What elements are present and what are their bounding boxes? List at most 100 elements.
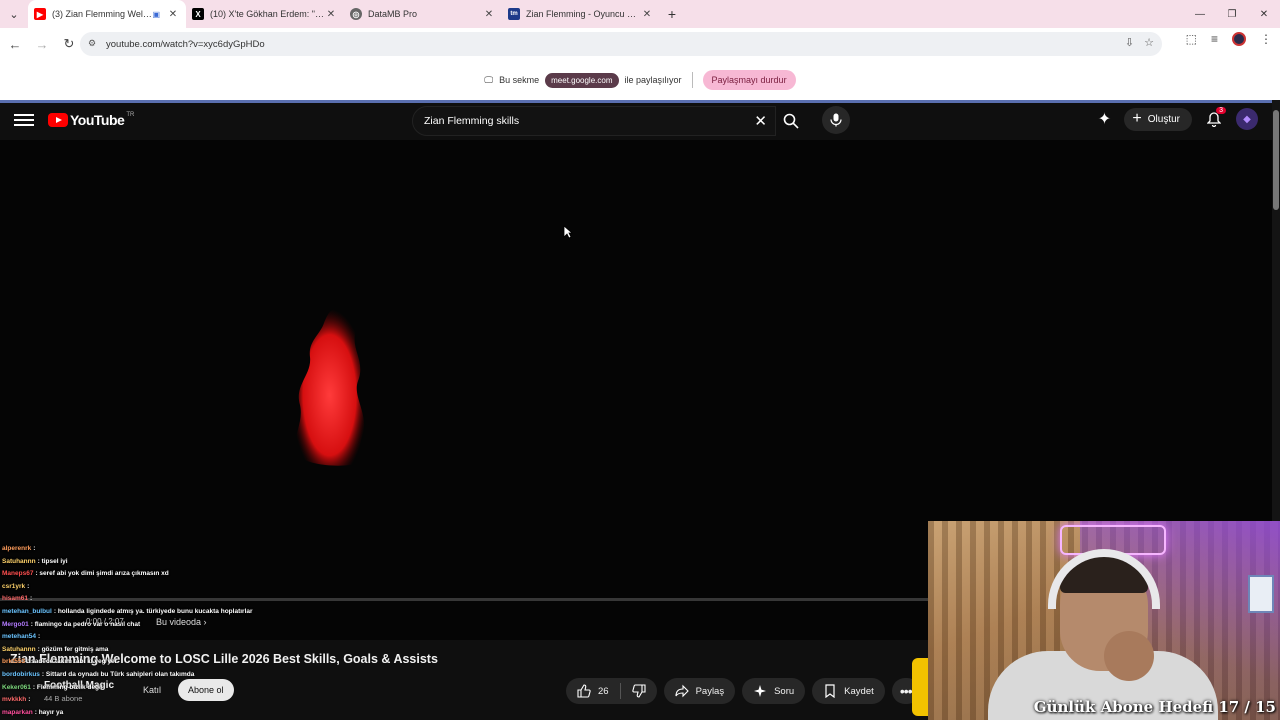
- divider: [691, 72, 693, 88]
- chat-text: seref abi yok dimi şimdi arıza çıkmasın …: [39, 570, 169, 578]
- chat-username: bordobirkus: [2, 670, 40, 678]
- chat-username: Satuhannn: [2, 645, 36, 653]
- chat-message: metehan_bulbul: hollanda ligindede atmış…: [2, 606, 262, 619]
- wall-card: [1248, 575, 1274, 613]
- minimize-icon[interactable]: —: [1184, 0, 1216, 28]
- tab-media-icon[interactable]: ▣: [152, 10, 160, 19]
- thumbs-up-icon: [577, 684, 591, 698]
- region-code: TR: [126, 112, 135, 118]
- datamb-favicon-icon: ◎: [350, 8, 362, 20]
- share-button[interactable]: Paylaş: [663, 678, 736, 704]
- like-dislike-group: 26: [566, 678, 657, 704]
- stop-sharing-button[interactable]: Paylaşmayı durdur: [702, 70, 796, 90]
- chat-username: mvkkkh: [2, 696, 27, 704]
- mouse-cursor-icon: [563, 225, 573, 239]
- reload-icon[interactable]: ↻: [57, 32, 81, 56]
- media-controls-icon[interactable]: ≡: [1211, 32, 1218, 46]
- chat-message: hisam61:: [2, 593, 262, 606]
- decorative-edge: [912, 658, 928, 716]
- extensions-icon[interactable]: ⬚: [1186, 32, 1197, 46]
- chat-separator: :: [27, 582, 30, 590]
- header-right-actions: ✦ + Oluştur 3 ◆: [1094, 107, 1258, 131]
- youtube-header: YouTube TR Zian Flemming skills ✕ ✦ + Ol…: [0, 100, 1272, 140]
- tab-close-icon[interactable]: ✕: [482, 9, 496, 20]
- like-button[interactable]: 26: [566, 678, 620, 704]
- chat-text: tipsel iyi: [41, 557, 68, 565]
- scrollbar-thumb[interactable]: [1273, 110, 1279, 210]
- chat-message: maparkan: hayır ya: [2, 707, 262, 720]
- profile-avatar[interactable]: [1232, 32, 1246, 46]
- window-close-icon[interactable]: ✕: [1248, 0, 1280, 28]
- chat-text: hayır ya: [38, 708, 64, 716]
- tab-search-chevron-icon[interactable]: ⌄: [0, 0, 28, 28]
- chat-message: Satuhannn: gözüm fer gitmiş ama: [2, 644, 262, 657]
- tab-x[interactable]: X (10) X'te Gökhan Erdem: "fabin ✕: [186, 0, 344, 28]
- browser-tab-bar: ⌄ ▶ (3) Zian Flemming Welcome ▣ ✕ X (10)…: [0, 0, 1280, 28]
- maximize-icon[interactable]: ❐: [1216, 0, 1248, 28]
- chat-username: csr1yrk: [2, 582, 26, 590]
- clear-search-icon[interactable]: ✕: [754, 112, 767, 130]
- url-text: youtube.com/watch?v=xyc6dyGpHDo: [106, 38, 265, 50]
- bookmark-icon: [825, 684, 835, 698]
- chat-message: Keker061: Flemming bizlik değil: [2, 682, 262, 695]
- chat-message: alperenrk:: [2, 543, 262, 556]
- stream-chat-overlay: alperenrk: Satuhannn: tipsel iyi Maneps67…: [2, 543, 262, 719]
- new-tab-button[interactable]: +: [660, 6, 684, 22]
- search-input[interactable]: Zian Flemming skills ✕: [412, 106, 776, 136]
- bookmark-star-icon[interactable]: ☆: [1144, 36, 1154, 49]
- omnibox-icons: ⇩ ☆: [1125, 36, 1154, 49]
- url-field[interactable]: ⚙ youtube.com/watch?v=xyc6dyGpHDo ⇩ ☆: [80, 32, 1162, 56]
- more-horizontal-icon: •••: [899, 683, 913, 699]
- account-avatar[interactable]: ◆: [1236, 108, 1258, 130]
- dislike-button[interactable]: [621, 678, 657, 704]
- tab-transfermarkt[interactable]: tm Zian Flemming - Oyuncu profili ✕: [502, 0, 660, 28]
- search-query: Zian Flemming skills: [424, 115, 520, 127]
- site-info-icon[interactable]: ⚙: [88, 38, 100, 50]
- tab-sharing-banner: 🖵 Bu sekme meet.google.com ile paylaşılı…: [0, 60, 1280, 100]
- install-app-icon[interactable]: ⇩: [1125, 36, 1134, 49]
- tab-title: (10) X'te Gökhan Erdem: "fabin: [210, 9, 324, 19]
- chat-username: brkt553: [2, 658, 26, 666]
- notifications-button[interactable]: 3: [1202, 107, 1226, 131]
- notification-badge: 3: [1216, 107, 1226, 114]
- search-icon: [783, 113, 799, 129]
- voice-search-button[interactable]: [822, 106, 850, 134]
- save-button[interactable]: Kaydet: [812, 678, 885, 704]
- sparkle-icon: [754, 685, 767, 697]
- share-prefix: Bu sekme: [499, 75, 540, 85]
- menu-icon[interactable]: [14, 111, 34, 131]
- screen-share-icon: 🖵: [484, 74, 494, 85]
- chat-text: gözüm fer gitmiş ama: [41, 645, 109, 653]
- youtube-favicon-icon: ▶: [34, 8, 46, 20]
- chat-text: hollanda ligindede atmış ya. türkiyede b…: [57, 607, 253, 615]
- chat-message: brkt553: sadece takım tabi ki yeg yer: [2, 656, 262, 669]
- like-count: 26: [598, 685, 609, 697]
- chat-username: hisam61: [2, 595, 29, 603]
- create-button[interactable]: + Oluştur: [1124, 107, 1192, 131]
- streamer-hand: [1104, 631, 1154, 681]
- tab-close-icon[interactable]: ✕: [166, 9, 180, 20]
- ask-button[interactable]: Soru: [742, 678, 806, 704]
- plus-icon: +: [1132, 110, 1142, 127]
- chat-message: csr1yrk:: [2, 581, 262, 594]
- chat-username: metehan_bulbul: [2, 607, 52, 615]
- share-label: Paylaş: [695, 685, 725, 697]
- youtube-studio-icon[interactable]: ✦: [1094, 109, 1114, 129]
- chat-username: alperenrk: [2, 545, 32, 552]
- tab-youtube[interactable]: ▶ (3) Zian Flemming Welcome ▣ ✕: [28, 0, 186, 28]
- chat-message: Satuhannn: tipsel iyi: [2, 556, 262, 569]
- browser-menu-icon[interactable]: ⋮: [1260, 32, 1272, 46]
- search-button[interactable]: [776, 106, 806, 136]
- chat-message: metehan54:: [2, 631, 262, 644]
- chat-separator: :: [37, 633, 41, 641]
- tab-close-icon[interactable]: ✕: [640, 9, 654, 20]
- youtube-logo[interactable]: YouTube TR: [48, 112, 134, 128]
- x-favicon-icon: X: [192, 8, 204, 20]
- forward-icon[interactable]: →: [30, 32, 54, 56]
- back-icon[interactable]: ←: [3, 32, 27, 56]
- tab-datamb[interactable]: ◎ DataMB Pro ✕: [344, 0, 502, 28]
- streamer-webcam: Günlük Abone Hedefi 17 / 15: [928, 521, 1280, 720]
- chat-message: bordobirkus: Sittard da oynadı bu Türk s…: [2, 669, 262, 682]
- tab-close-icon[interactable]: ✕: [324, 9, 338, 20]
- toolbar-icons: ⬚ ≡ ⋮: [1186, 32, 1272, 46]
